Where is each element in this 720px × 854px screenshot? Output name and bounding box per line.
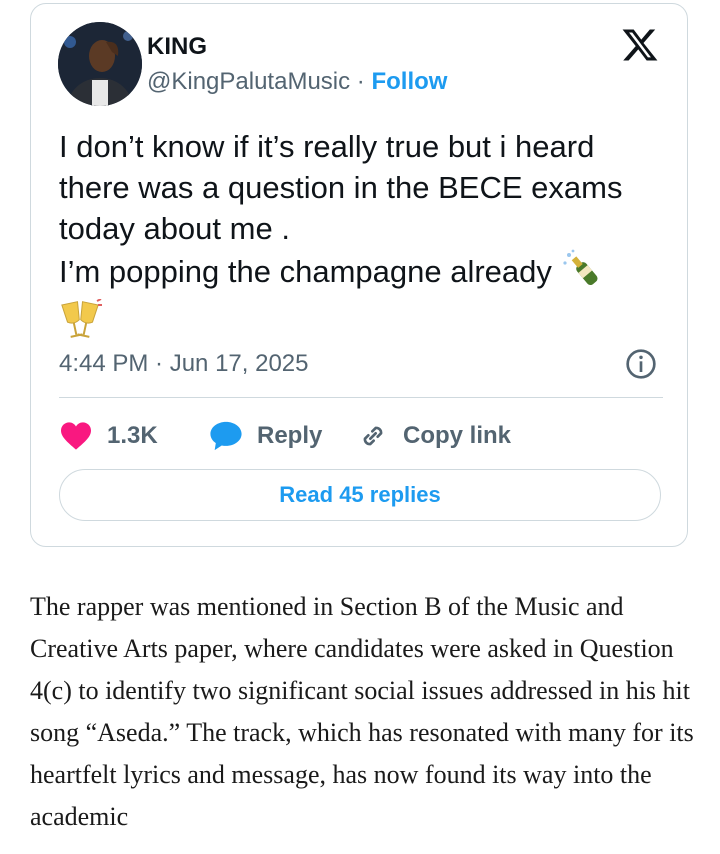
- like-button[interactable]: 1.3K: [59, 416, 158, 456]
- champagne-bottle-icon: [561, 249, 605, 299]
- avatar-image: [58, 22, 142, 106]
- tweet-timestamp[interactable]: 4:44 PM · Jun 17, 2025: [59, 350, 309, 378]
- link-icon: [363, 426, 383, 446]
- copy-link-button[interactable]: Copy link: [357, 416, 511, 456]
- reply-button[interactable]: Reply: [209, 416, 322, 456]
- article-paragraph: The rapper was mentioned in Section B of…: [30, 592, 694, 831]
- author-avatar[interactable]: [58, 22, 142, 106]
- reply-label: Reply: [257, 422, 323, 449]
- tweet-actions: 1.3K Reply Copy link: [59, 416, 659, 456]
- follow-button[interactable]: Follow: [371, 68, 447, 95]
- x-logo-icon[interactable]: [621, 26, 659, 64]
- embedded-tweet-card: KING @KingPalutaMusic · Follow I don’t k…: [30, 3, 688, 547]
- author-name[interactable]: KING: [147, 33, 207, 61]
- copy-link-label: Copy link: [403, 422, 512, 449]
- read-replies-button[interactable]: Read 45 replies: [59, 469, 661, 521]
- author-handle-line: @KingPalutaMusic · Follow: [147, 68, 447, 96]
- clinking-glasses-icon: [59, 298, 103, 351]
- divider: [59, 397, 663, 398]
- tweet-text-line-1: I don’t know if it’s really true but i h…: [59, 129, 623, 246]
- tweet-text-line-2: I’m popping the champagne already: [59, 249, 669, 351]
- tweet-text-line-2-text: I’m popping the champagne already: [59, 254, 552, 290]
- info-icon[interactable]: [625, 348, 657, 380]
- tweet-text: I don’t know if it’s really true but i h…: [59, 126, 669, 351]
- reply-bubble-icon: [210, 421, 242, 451]
- heart-icon: [61, 422, 91, 450]
- separator-dot: ·: [356, 68, 365, 95]
- like-count: 1.3K: [107, 422, 158, 449]
- author-handle[interactable]: @KingPalutaMusic: [147, 68, 350, 95]
